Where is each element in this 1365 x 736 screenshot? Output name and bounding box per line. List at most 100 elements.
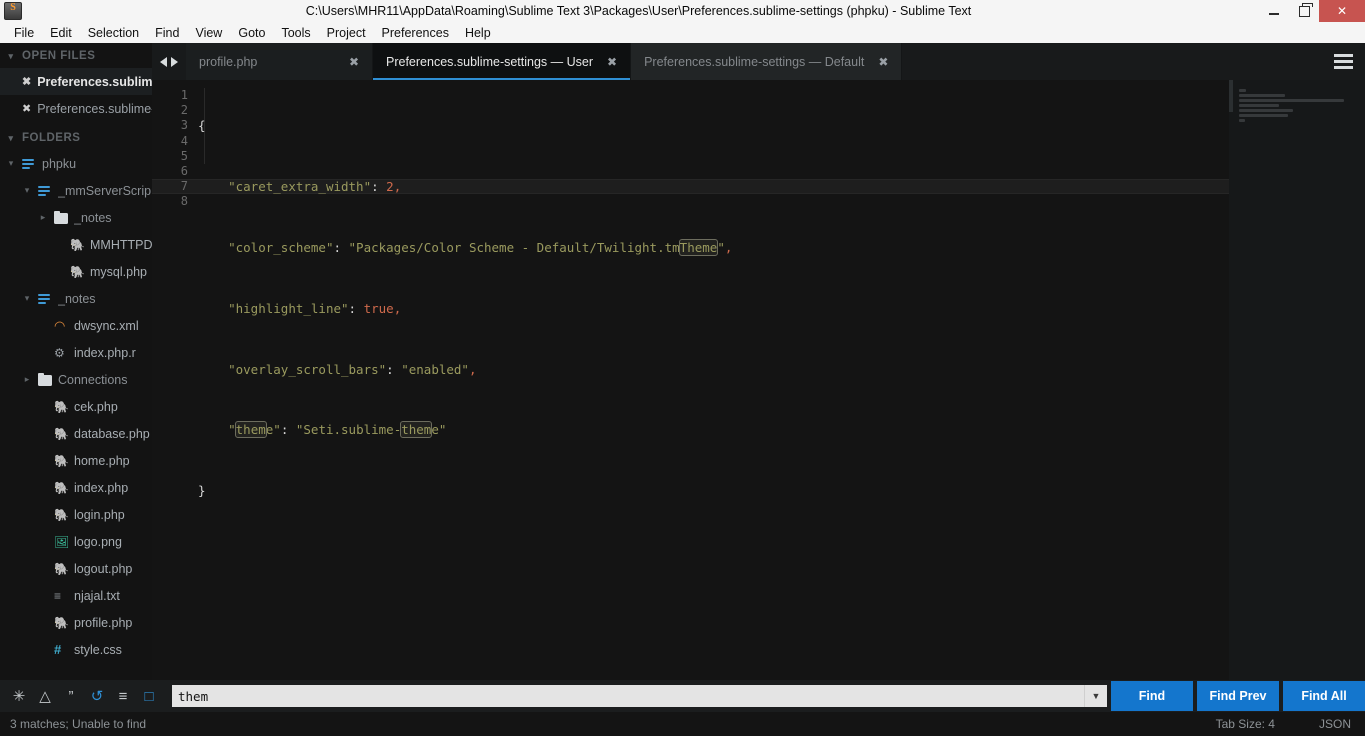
menu-goto[interactable]: Goto: [230, 24, 273, 42]
menu-help[interactable]: Help: [457, 24, 499, 42]
tree-item-mmhttpdb[interactable]: 🐘 MMHTTPDB: [0, 231, 152, 258]
tab-label: profile.php: [199, 54, 258, 69]
line-number: 4: [180, 133, 188, 148]
minimap-viewport[interactable]: [1229, 80, 1233, 112]
tree-item--notes[interactable]: ▾ _notes: [0, 285, 152, 312]
in-selection-icon[interactable]: ≡: [110, 683, 136, 709]
wrap-icon[interactable]: ↺: [84, 683, 110, 709]
highlight-results-icon[interactable]: □: [136, 683, 162, 709]
chevron-right-icon[interactable]: ▸: [38, 213, 48, 222]
json-key-rest: e": [265, 422, 281, 438]
whole-word-icon[interactable]: ”: [58, 683, 84, 709]
tree-item--notes[interactable]: ▸ _notes: [0, 204, 152, 231]
tree-item-mysql-php[interactable]: 🐘 mysql.php: [0, 258, 152, 285]
folders-header[interactable]: ▾ FOLDERS: [0, 122, 152, 150]
line-number: 5: [180, 148, 188, 163]
php-icon: 🐘: [54, 453, 69, 468]
menu-edit[interactable]: Edit: [42, 24, 80, 42]
restore-button[interactable]: [1289, 0, 1319, 22]
menu-find[interactable]: Find: [147, 24, 187, 42]
find-all-button[interactable]: Find All: [1283, 681, 1365, 711]
image-icon: 🖼: [54, 534, 70, 549]
search-input[interactable]: [172, 687, 1084, 705]
tree-item-logo-png[interactable]: 🖼 logo.png: [0, 528, 152, 555]
colon: :: [333, 240, 349, 255]
tree-item-logout-php[interactable]: 🐘 logout.php: [0, 555, 152, 582]
arrow-right-icon[interactable]: [171, 56, 178, 67]
comma: ,: [724, 240, 733, 255]
json-value-part: "Packages/Color Scheme - Default/Twiligh…: [348, 240, 680, 255]
tree-item-label: style.css: [74, 642, 122, 657]
tree-item-njajal-txt[interactable]: ≡ njajal.txt: [0, 582, 152, 609]
close-button[interactable]: ✕: [1319, 0, 1365, 22]
search-match: Theme: [678, 239, 719, 256]
sidebar: ▾ OPEN FILES ✖ Preferences.sublime-s ✖ P…: [0, 43, 152, 736]
open-files-header[interactable]: ▾ OPEN FILES: [0, 43, 152, 68]
quote: ": [228, 422, 236, 438]
json-value-part: ": [717, 240, 725, 255]
chevron-down-icon[interactable]: ▼: [1084, 685, 1107, 707]
tree-item-label: login.php: [74, 507, 125, 522]
chevron-down-icon[interactable]: ▾: [22, 294, 32, 303]
minimap[interactable]: [1229, 80, 1365, 680]
tab-scroll-controls[interactable]: [152, 43, 186, 80]
tree-item-profile-php[interactable]: 🐘 profile.php: [0, 609, 152, 636]
menu-view[interactable]: View: [187, 24, 230, 42]
code-editor[interactable]: 1 2 3 4 5 6 7 8 { "caret_extra_width": 2…: [152, 80, 1365, 680]
chevron-down-icon[interactable]: ▾: [22, 186, 32, 195]
json-key: "highlight_line": [228, 300, 349, 316]
arrow-left-icon[interactable]: [160, 56, 167, 67]
open-files-header-label: OPEN FILES: [22, 50, 96, 62]
code-line-6: "theme": "Seti.sublime-theme": [198, 421, 1365, 439]
open-file-item-0[interactable]: ✖ Preferences.sublime-s: [0, 68, 152, 95]
menu-tools[interactable]: Tools: [273, 24, 318, 42]
tree-item-index-php[interactable]: 🐘 index.php: [0, 474, 152, 501]
menu-preferences[interactable]: Preferences: [374, 24, 457, 42]
json-value-part: "Seti.sublime-: [295, 422, 402, 438]
tree-item-dwsync-xml[interactable]: ◠ dwsync.xml: [0, 312, 152, 339]
syntax-indicator[interactable]: JSON: [1319, 717, 1351, 731]
chevron-down-icon[interactable]: ▾: [6, 159, 16, 168]
tree-item-label: Connections: [58, 372, 128, 387]
close-icon[interactable]: ✖: [607, 55, 617, 69]
tab-size-indicator[interactable]: Tab Size: 4: [1216, 717, 1275, 731]
tree-item-connections[interactable]: ▸ Connections: [0, 366, 152, 393]
find-input-wrapper[interactable]: [172, 685, 1084, 707]
close-icon[interactable]: ✖: [349, 55, 359, 69]
tree-item-phpku[interactable]: ▾ phpku: [0, 150, 152, 177]
tree-item-cek-php[interactable]: 🐘 cek.php: [0, 393, 152, 420]
php-icon: 🐘: [54, 426, 69, 441]
menu-project[interactable]: Project: [319, 24, 374, 42]
brace-close: }: [198, 483, 206, 499]
close-icon[interactable]: ✖: [878, 55, 888, 69]
close-icon[interactable]: ✖: [22, 75, 31, 88]
tree-item-home-php[interactable]: 🐘 home.php: [0, 447, 152, 474]
close-icon[interactable]: ✖: [22, 102, 31, 115]
tab-profile-php[interactable]: profile.php ✖: [186, 43, 373, 80]
tree-item-label: profile.php: [74, 615, 133, 630]
tree-item-login-php[interactable]: 🐘 login.php: [0, 501, 152, 528]
tab-preferences-default[interactable]: Preferences.sublime-settings — Default ✖: [631, 43, 903, 80]
find-bar: ✳ △ ” ↺ ≡ □ ▼ Find Find Prev Find All: [0, 680, 1365, 712]
case-sensitive-icon[interactable]: △: [32, 683, 58, 709]
project-icon: [38, 292, 52, 306]
tree-item--mmserverscrip[interactable]: ▾ _mmServerScrip: [0, 177, 152, 204]
php-icon: 🐘: [70, 264, 85, 279]
css-icon: #: [54, 641, 62, 657]
tree-item-database-php[interactable]: 🐘 database.php: [0, 420, 152, 447]
find-button[interactable]: Find: [1111, 681, 1193, 711]
window-title: C:\Users\MHR11\AppData\Roaming\Sublime T…: [305, 4, 972, 18]
menu-selection[interactable]: Selection: [80, 24, 147, 42]
search-match: them: [400, 421, 433, 439]
tree-item-label: njajal.txt: [74, 588, 120, 603]
hamburger-menu-icon[interactable]: [1329, 43, 1357, 80]
minimize-button[interactable]: [1259, 0, 1289, 22]
tab-preferences-user[interactable]: Preferences.sublime-settings — User ✖: [373, 43, 632, 80]
chevron-right-icon[interactable]: ▸: [22, 375, 32, 384]
menu-file[interactable]: File: [6, 24, 42, 42]
find-prev-button[interactable]: Find Prev: [1197, 681, 1279, 711]
tree-item-style-css[interactable]: # style.css: [0, 636, 152, 663]
tree-item-index-php-r[interactable]: ⚙ index.php.r: [0, 339, 152, 366]
regex-icon[interactable]: ✳: [6, 683, 32, 709]
open-file-item-1[interactable]: ✖ Preferences.sublime-s: [0, 95, 152, 122]
